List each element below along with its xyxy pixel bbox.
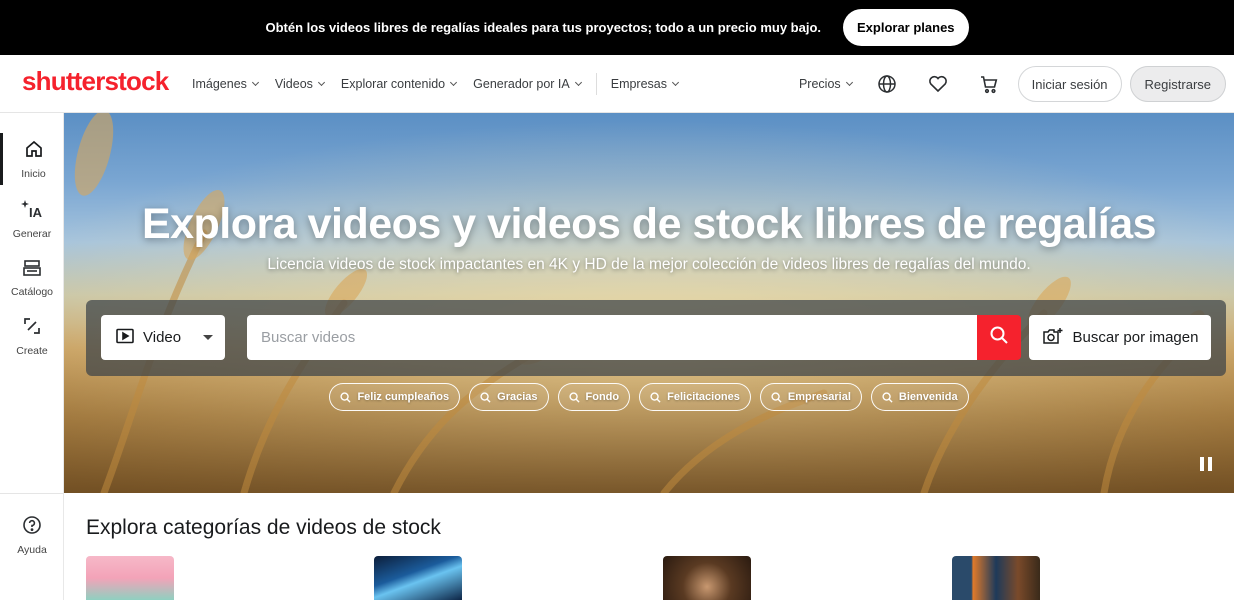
nav-ai-label: Generador por IA (473, 77, 570, 91)
pricing-label: Precios (798, 77, 841, 91)
caret-down-icon (203, 335, 213, 340)
heart-icon[interactable] (927, 73, 949, 95)
explore-plans-button[interactable]: Explorar planes (843, 9, 969, 46)
pause-button[interactable] (1200, 457, 1212, 471)
sidebar-item-label: Ayuda (17, 543, 47, 556)
sidebar-item-catalog[interactable]: Catálogo (0, 252, 64, 304)
suggestion-chip[interactable]: Empresarial (759, 383, 862, 411)
top-navigation: shutterstock Imágenes Videos Explorar co… (0, 55, 1234, 113)
nav-images[interactable]: Imágenes (192, 77, 259, 91)
sidebar-item-label: Inicio (21, 167, 46, 180)
camera-plus-icon (1042, 327, 1064, 349)
suggestion-chip[interactable]: Gracias (469, 383, 549, 411)
nav-images-label: Imágenes (192, 77, 247, 91)
media-type-label: Video (143, 329, 182, 346)
promo-banner: Obtén los videos libres de regalías idea… (0, 0, 1234, 55)
chevron-down-icon (671, 78, 680, 87)
category-card[interactable] (86, 556, 356, 600)
suggestion-chip[interactable]: Feliz cumpleaños (329, 383, 461, 411)
cart-icon[interactable] (978, 73, 1000, 95)
sidebar-item-create[interactable]: Create (0, 310, 64, 362)
svg-text:IA: IA (29, 205, 43, 219)
suggestion-chip-label: Fondo (585, 391, 620, 403)
left-sidebar: Inicio IA Generar Catálogo Create Ayuda (0, 113, 64, 600)
hero-section: Explora videos y videos de stock libres … (64, 113, 1234, 493)
category-card[interactable] (952, 556, 1222, 600)
categories-heading: Explora categorías de videos de stock (86, 516, 441, 539)
suggestion-chip[interactable]: Bienvenida (870, 383, 969, 411)
chevron-down-icon (574, 78, 582, 87)
nav-ai-generator[interactable]: Generador por IA (473, 77, 582, 91)
category-thumbnail (86, 556, 174, 600)
category-card[interactable] (663, 556, 933, 600)
search-icon (340, 391, 352, 403)
suggestion-chip-label: Empresarial (787, 391, 851, 403)
sidebar-item-generate[interactable]: IA Generar (0, 193, 64, 245)
suggestion-chip[interactable]: Fondo (557, 383, 631, 411)
search-input[interactable] (247, 315, 978, 360)
suggestion-chip-label: Feliz cumpleaños (357, 391, 450, 403)
sidebar-item-home[interactable]: Inicio (0, 133, 64, 185)
suggestion-chip-label: Felicitaciones (667, 391, 740, 403)
globe-icon[interactable] (876, 73, 898, 95)
chevron-down-icon (845, 78, 853, 87)
nav-divider (595, 73, 597, 95)
nav-enterprise[interactable]: Empresas (610, 77, 680, 91)
suggestion-chip-label: Gracias (497, 391, 538, 403)
search-icon (771, 391, 782, 403)
catalog-icon (22, 259, 42, 282)
sidebar-item-label: Catálogo (10, 285, 54, 298)
media-type-select[interactable]: Video (101, 315, 225, 360)
nav-videos-label: Videos (274, 77, 313, 91)
search-button[interactable] (977, 315, 1021, 360)
main-nav: Imágenes Videos Explorar contenido Gener… (192, 55, 695, 113)
chevron-down-icon (251, 78, 259, 87)
search-icon (480, 391, 491, 403)
shutterstock-logo[interactable]: shutterstock (22, 66, 169, 97)
search-by-image-label: Buscar por imagen (1072, 329, 1199, 346)
sidebar-divider (0, 493, 64, 494)
chevron-down-icon (317, 78, 325, 87)
ai-sparkle-icon: IA (20, 199, 44, 224)
hero-title: Explora videos y videos de stock libres … (141, 200, 1157, 248)
edit-icon (22, 316, 42, 341)
sidebar-item-label: Create (16, 344, 48, 357)
nav-explore-content[interactable]: Explorar contenido (340, 77, 458, 91)
suggested-searches: Feliz cumpleaños Gracias Fondo Felicitac… (64, 383, 1234, 411)
chevron-down-icon (450, 78, 458, 87)
suggestion-chip-label: Bienvenida (898, 391, 958, 403)
pause-icon-bar (1200, 457, 1204, 471)
nav-explore-label: Explorar contenido (340, 77, 446, 91)
nav-videos[interactable]: Videos (274, 77, 325, 91)
search-by-image-button[interactable]: Buscar por imagen (1029, 315, 1211, 360)
pause-icon-bar (1208, 457, 1212, 471)
login-button[interactable]: Iniciar sesión (1017, 66, 1122, 102)
sidebar-item-help[interactable]: Ayuda (0, 509, 64, 561)
suggestion-chip[interactable]: Felicitaciones (639, 383, 751, 411)
pricing-menu[interactable]: Precios (798, 77, 853, 91)
sidebar-item-label: Generar (12, 227, 52, 240)
video-icon (116, 328, 134, 348)
category-thumbnail (374, 556, 462, 600)
help-icon (22, 515, 42, 540)
category-thumbnail (663, 556, 751, 600)
promo-text: Obtén los videos libres de regalías idea… (265, 20, 821, 35)
register-button[interactable]: Registrarse (1129, 66, 1226, 102)
header-actions: Precios Iniciar sesión Registrarse (799, 55, 1226, 113)
search-icon (568, 391, 580, 403)
hero-subtitle: Licencia videos de stock impactantes en … (267, 256, 1031, 273)
search-panel: Video Buscar por imagen (86, 300, 1226, 376)
category-card[interactable] (374, 556, 644, 600)
search-icon (882, 391, 893, 403)
nav-enterprise-label: Empresas (610, 77, 668, 91)
search-icon (989, 325, 1009, 350)
home-icon (24, 139, 44, 164)
search-icon (650, 391, 661, 403)
category-thumbnail (952, 556, 1040, 600)
